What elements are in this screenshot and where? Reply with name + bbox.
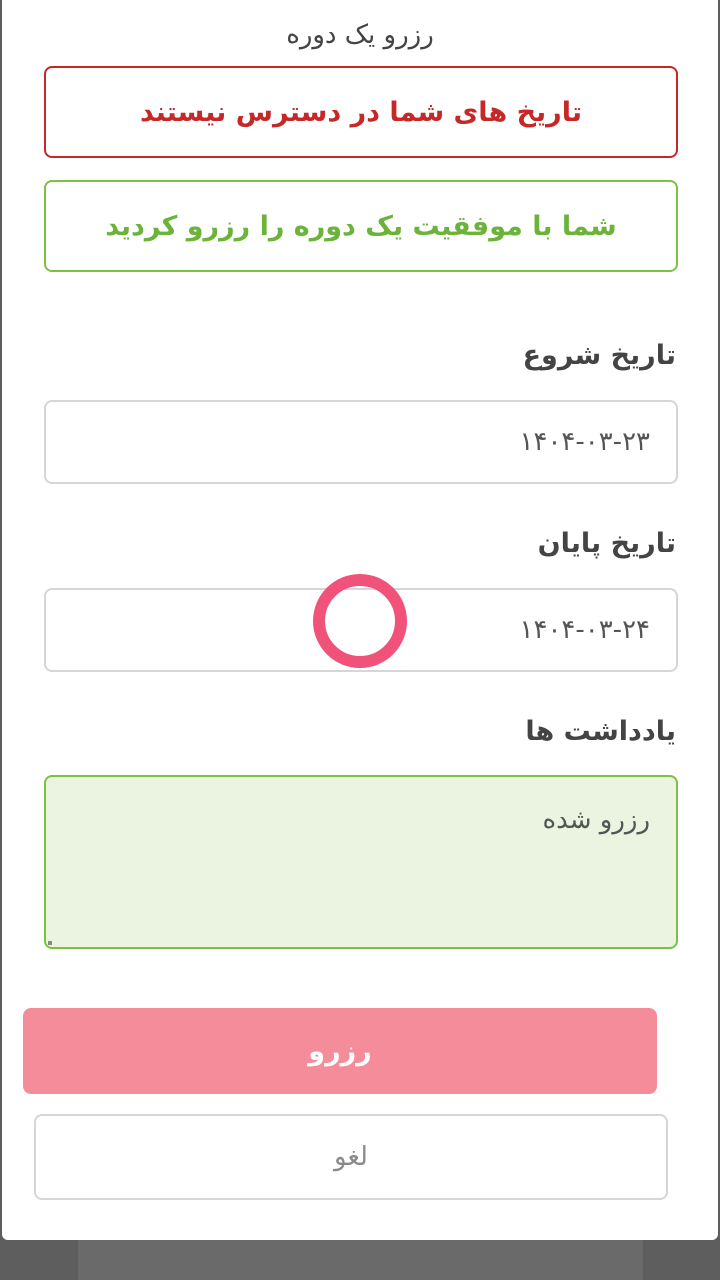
submit-button[interactable]: رزرو — [23, 1008, 657, 1094]
error-alert: تاریخ های شما در دسترس نیستند — [44, 66, 678, 158]
background-panel — [78, 1240, 643, 1280]
dialog-title: رزرو یک دوره — [286, 20, 434, 50]
success-alert-text: شما با موفقیت یک دوره را رزرو کردید — [105, 210, 617, 242]
start-date-value: ۱۴۰۴-۰۳-۲۳ — [519, 427, 650, 457]
success-alert: شما با موفقیت یک دوره را رزرو کردید — [44, 180, 678, 272]
submit-button-label: رزرو — [308, 1035, 372, 1067]
start-date-label: تاریخ شروع — [522, 340, 676, 371]
error-alert-text: تاریخ های شما در دسترس نیستند — [140, 96, 582, 128]
start-date-input[interactable]: ۱۴۰۴-۰۳-۲۳ — [44, 400, 678, 484]
resize-grip-icon[interactable] — [48, 941, 52, 945]
notes-label: یادداشت ها — [525, 716, 676, 747]
background-overlay — [0, 1240, 720, 1280]
end-date-label: تاریخ پایان — [537, 528, 676, 559]
notes-value: رزرو شده — [542, 805, 650, 835]
cancel-button[interactable]: لغو — [34, 1114, 668, 1200]
end-date-value: ۱۴۰۴-۰۳-۲۴ — [519, 615, 650, 645]
touch-indicator-icon — [313, 574, 407, 668]
cancel-button-label: لغو — [334, 1142, 368, 1172]
notes-textarea[interactable]: رزرو شده — [44, 775, 678, 949]
